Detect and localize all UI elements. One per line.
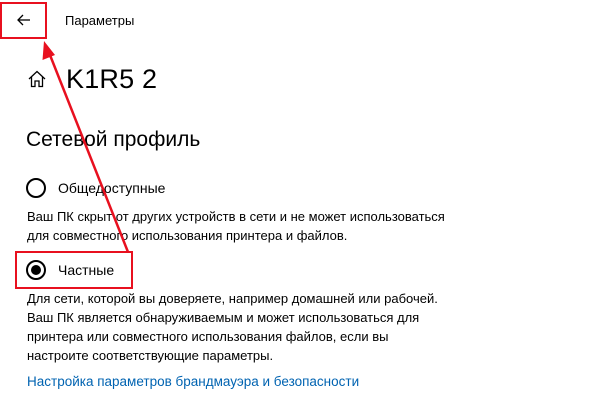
- radio-button-public[interactable]: [26, 178, 46, 198]
- section-title-network-profile: Сетевой профиль: [26, 128, 201, 151]
- window-title: Параметры: [65, 13, 135, 28]
- private-description-line: принтера или совместного использования ф…: [27, 329, 389, 344]
- firewall-settings-link[interactable]: Настройка параметров брандмауэра и безоп…: [27, 374, 359, 389]
- public-description-line: Ваш ПК скрыт от других устройств в сети …: [27, 209, 445, 224]
- public-description: Ваш ПК скрыт от других устройств в сети …: [27, 207, 445, 245]
- page-title: K1R5 2: [66, 63, 158, 94]
- title-bar: Параметры: [0, 0, 594, 40]
- private-description-line: настроите соответствующие параметры.: [27, 348, 274, 363]
- radio-option-private[interactable]: Частные: [26, 259, 114, 281]
- radio-label-private: Частные: [58, 262, 115, 278]
- home-icon[interactable]: [26, 68, 48, 90]
- private-description-line: Ваш ПК является обнаруживаемым и может и…: [27, 310, 420, 325]
- public-description-line: для совместного использования принтера и…: [27, 228, 348, 243]
- private-description: Для сети, которой вы доверяете, например…: [27, 289, 438, 365]
- back-button[interactable]: [0, 0, 48, 40]
- private-description-line: Для сети, которой вы доверяете, например…: [27, 291, 438, 306]
- back-arrow-icon: [17, 14, 30, 26]
- radio-button-private[interactable]: [26, 260, 46, 280]
- radio-option-public[interactable]: Общедоступные: [26, 177, 165, 199]
- page-header: K1R5 2: [26, 62, 157, 96]
- radio-label-public: Общедоступные: [58, 180, 166, 196]
